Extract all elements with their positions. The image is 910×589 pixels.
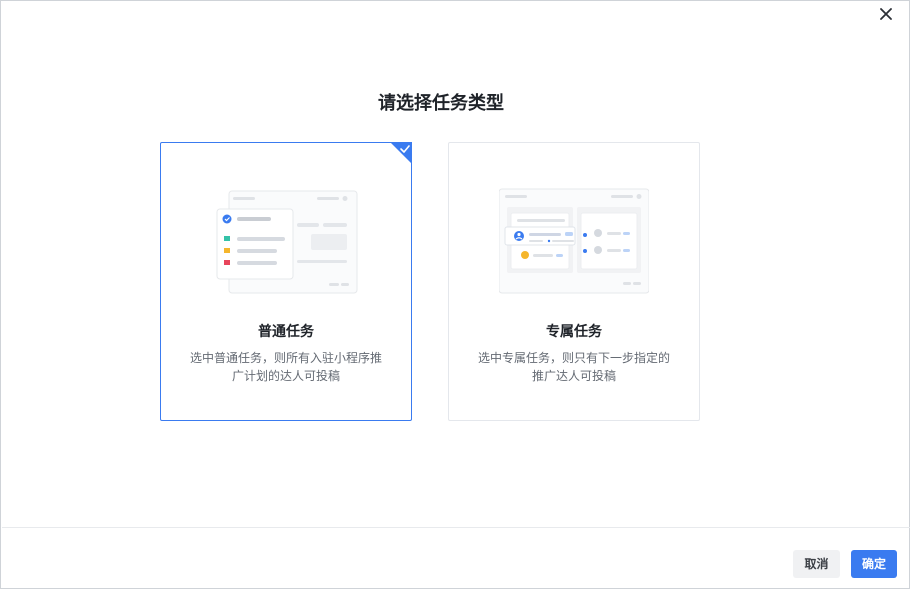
card-description: 选中普通任务，则所有入驻小程序推广计划的达人可投稿 [189, 351, 382, 383]
dialog-title: 请选择任务类型 [378, 93, 504, 114]
footer-divider [2, 527, 910, 528]
exclusive-task-illustration [499, 188, 649, 294]
close-icon[interactable] [877, 5, 895, 23]
normal-task-card[interactable]: 普通任务 选中普通任务，则所有入驻小程序推广计划的达人可投稿 [160, 142, 412, 421]
card-description: 选中专属任务，则只有下一步指定的推广达人可投稿 [477, 351, 670, 383]
card-title: 专属任务 [546, 324, 602, 340]
normal-task-illustration [216, 190, 358, 294]
selected-check-icon [390, 142, 412, 164]
card-title: 普通任务 [258, 324, 314, 340]
task-type-dialog: 请选择任务类型 普通任务 选中普通任务，则所有入驻小程序推广计划的达人可投稿 专… [0, 0, 910, 589]
exclusive-task-card[interactable]: 专属任务 选中专属任务，则只有下一步指定的推广达人可投稿 [448, 142, 700, 421]
cancel-button[interactable]: 取消 [793, 550, 840, 578]
confirm-button[interactable]: 确定 [851, 550, 897, 578]
